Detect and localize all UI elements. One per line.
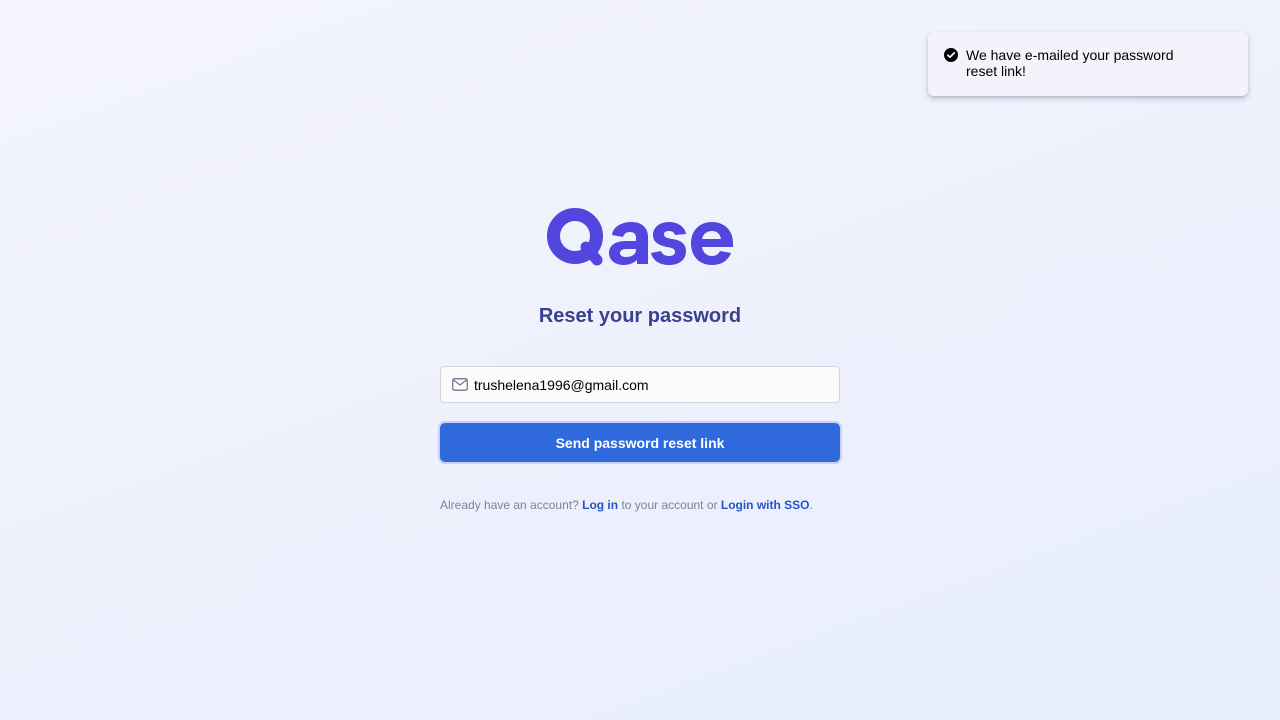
check-circle-icon — [944, 48, 958, 62]
success-toast: We have e-mailed your password reset lin… — [928, 32, 1248, 96]
sso-login-link[interactable]: Login with SSO — [721, 498, 810, 512]
envelope-icon — [452, 378, 468, 391]
login-prompt-suffix: . — [809, 498, 813, 512]
login-link[interactable]: Log in — [582, 498, 618, 512]
email-input[interactable] — [474, 374, 824, 395]
login-prompt: Already have an account? Log in to your … — [440, 497, 860, 513]
send-reset-link-button[interactable]: Send password reset link — [438, 421, 842, 464]
page-title: Reset your password — [538, 305, 742, 327]
qase-logo — [547, 208, 733, 266]
toast-message: We have e-mailed your password reset lin… — [966, 47, 1174, 79]
login-prompt-prefix: Already have an account? — [440, 498, 579, 512]
login-prompt-middle: to your account or — [621, 498, 718, 512]
email-field[interactable] — [440, 366, 840, 403]
